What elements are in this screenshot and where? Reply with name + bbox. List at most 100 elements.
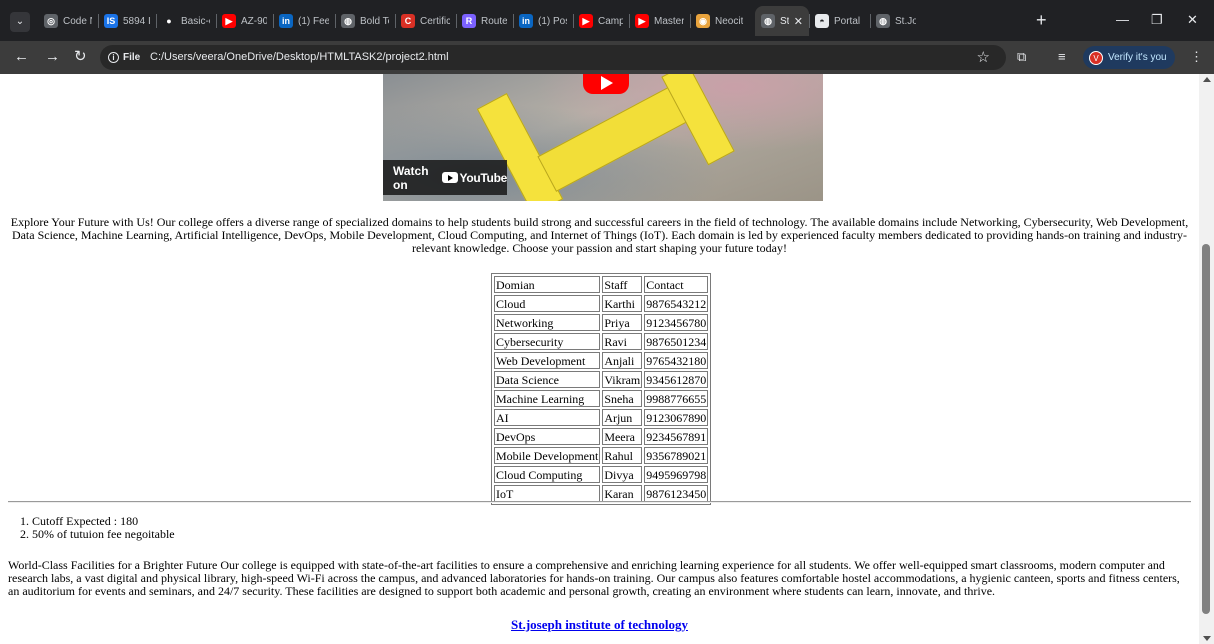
tab-title: (1) Pos [538, 15, 567, 27]
tab-search-icon[interactable]: ⌄ [10, 12, 30, 32]
table-cell: 9876543212 [644, 295, 709, 312]
browser-tab[interactable]: in (1) Pos [513, 6, 573, 36]
table-header-cell: Contact [644, 276, 709, 293]
certificate-icon: C [401, 14, 415, 28]
linkedin-icon: in [519, 14, 533, 28]
table-cell: 9988776655 [644, 390, 709, 407]
tab-title: 5894 In [123, 15, 150, 27]
youtube-icon: ▶ [222, 14, 236, 28]
table-cell: Mobile Development [494, 447, 601, 464]
notes-list: Cutoff Expected : 18050% of tutuion fee … [32, 515, 175, 541]
profile-avatar-icon: V [1089, 50, 1103, 65]
info-icon: i [108, 52, 119, 63]
tab-title: St.Jose [895, 15, 916, 27]
table-cell: Rahul [602, 447, 643, 464]
table-cell: Web Development [494, 352, 601, 369]
table-row: Machine Learning Sneha 9988776655 [494, 390, 709, 407]
table-cell: 9123067890 [644, 409, 709, 426]
table-cell: Meera [602, 428, 643, 445]
globe-icon: ◍ [761, 14, 775, 28]
table-row: IoT Karan 9876123450 [494, 485, 709, 502]
intro-paragraph: Explore Your Future with Us! Our college… [10, 215, 1189, 255]
browser-tab[interactable]: ▶ Master [629, 6, 690, 36]
neocities-icon: ◉ [696, 14, 710, 28]
table-cell: Divya [602, 466, 643, 483]
watch-label: Watch on [393, 163, 429, 192]
tab-title: St [780, 15, 790, 27]
tab-title: (1) Fee [298, 15, 329, 27]
table-cell: Karthi [602, 295, 643, 312]
bookmark-star-icon[interactable]: ☆ [977, 48, 990, 66]
table-cell: Anjali [602, 352, 643, 369]
new-tab-icon[interactable]: + [1036, 10, 1047, 30]
browser-tab[interactable]: C Certific [395, 6, 456, 36]
youtube-video-embed[interactable]: Watch on YouTube [383, 74, 823, 201]
menu-kebab-icon[interactable]: ⋮ [1190, 49, 1203, 65]
browser-tab[interactable]: in (1) Fee [273, 6, 335, 36]
tab-title: Portal [834, 15, 861, 27]
tab-title: Master [654, 15, 684, 27]
browser-tab[interactable]: ◍ St.Jose [870, 6, 922, 36]
verify-button[interactable]: V Verify it's you [1083, 46, 1175, 69]
scroll-down-arrow-icon[interactable] [1203, 636, 1211, 641]
is-icon: IS [104, 14, 118, 28]
browser-tab[interactable]: ◎ Code N [38, 6, 98, 36]
youtube-icon: ▶ [579, 14, 593, 28]
table-cell: Networking [494, 314, 601, 331]
table-cell: Data Science [494, 371, 601, 388]
back-icon[interactable]: ← [14, 48, 29, 66]
table-cell: Cybersecurity [494, 333, 601, 350]
tab-title: Bold Te [360, 15, 389, 27]
table-row: Networking Priya 9123456780 [494, 314, 709, 331]
table-cell: Cloud Computing [494, 466, 601, 483]
play-button-icon[interactable] [583, 74, 629, 94]
tab-strip: ⌄ ◎ Code N IS 5894 In ● Basic-c ▶ AZ-900 in (1) F… [0, 0, 1214, 41]
table-cell: Priya [602, 314, 643, 331]
page-scrollbar[interactable] [1199, 74, 1214, 644]
browser-tab[interactable]: ◓ Portal [809, 6, 870, 36]
forward-icon[interactable]: → [45, 48, 60, 66]
table-cell: Machine Learning [494, 390, 601, 407]
globe-icon: ◍ [876, 14, 890, 28]
url-text[interactable]: C:/Users/veera/OneDrive/Desktop/HTMLTASK… [150, 50, 449, 65]
browser-tab[interactable]: ▶ AZ-900 [216, 6, 273, 36]
table-row: Mobile Development Rahul 9356789021 [494, 447, 709, 464]
college-link[interactable]: St.joseph institute of technology [0, 617, 1199, 633]
tab-title: Route [481, 15, 507, 27]
reading-list-icon[interactable]: ≡ [1058, 49, 1066, 65]
watch-on-youtube-button[interactable]: Watch on YouTube [383, 160, 507, 195]
table-row: Cloud Karthi 9876543212 [494, 295, 709, 312]
tab-title: Code N [63, 15, 92, 27]
list-item: 50% of tutuion fee negoitable [32, 528, 175, 541]
browser-tab[interactable]: ▶ Campu [573, 6, 629, 36]
site-info-chip[interactable]: i File [108, 50, 140, 65]
table-cell: IoT [494, 485, 601, 502]
youtube-icon: ▶ [635, 14, 649, 28]
browser-tab[interactable]: ◍ Bold Te [335, 6, 395, 36]
minimize-icon[interactable]: — [1116, 11, 1129, 29]
table-header-cell: Staff [602, 276, 643, 293]
table-cell: Ravi [602, 333, 643, 350]
table-cell: Karan [602, 485, 643, 502]
restore-icon[interactable]: ❐ [1151, 11, 1163, 29]
browser-tab[interactable]: ● Basic-c [156, 6, 216, 36]
extensions-icon[interactable]: ⧉ [1017, 49, 1026, 65]
table-cell: Arjun [602, 409, 643, 426]
domains-table: Domian Staff Contact Cloud Karthi 9876543212 N… [491, 273, 712, 505]
reload-icon[interactable]: ↻ [74, 48, 87, 66]
close-tab-icon[interactable]: ✕ [790, 15, 803, 28]
github-icon: ● [162, 14, 176, 28]
table-cell: DevOps [494, 428, 601, 445]
browser-tab[interactable]: IS 5894 In [98, 6, 156, 36]
browser-tab[interactable]: ◍ St ✕ [755, 6, 809, 36]
address-bar[interactable]: i File C:/Users/veera/OneDrive/Desktop/H… [100, 45, 1006, 70]
browser-tab[interactable]: R Route [456, 6, 513, 36]
scroll-up-arrow-icon[interactable] [1203, 77, 1211, 82]
table-header-row: Domian Staff Contact [494, 276, 709, 293]
route-icon: R [462, 14, 476, 28]
table-cell: 9345612870 [644, 371, 709, 388]
browser-tab[interactable]: ◉ Neocit [690, 6, 755, 36]
close-window-icon[interactable]: ✕ [1187, 11, 1198, 29]
scrollbar-thumb[interactable] [1202, 244, 1210, 614]
code-icon: ◎ [44, 14, 58, 28]
